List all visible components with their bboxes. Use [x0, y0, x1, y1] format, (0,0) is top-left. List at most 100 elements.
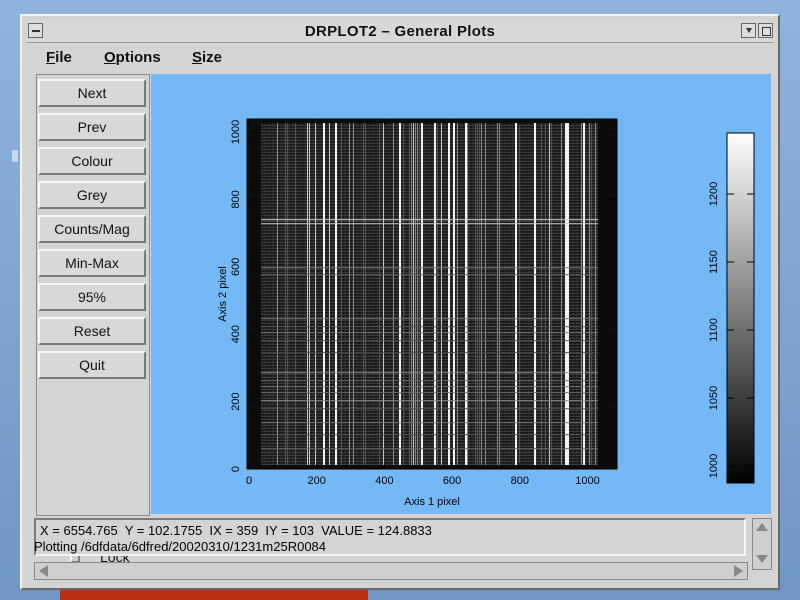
- image-column: [591, 123, 592, 465]
- desktop-handle-icon: [12, 150, 18, 162]
- image-column: [403, 123, 404, 465]
- image-row: [261, 386, 598, 388]
- image-column: [341, 123, 342, 465]
- image-bright-column: [583, 123, 585, 465]
- scroll-left-icon[interactable]: [39, 565, 48, 577]
- y-tick-label: 600: [230, 258, 242, 276]
- menu-options[interactable]: Options: [104, 49, 161, 66]
- status-text-area[interactable]: X = 6554.765 Y = 102.1755 IX = 359 IY = …: [34, 518, 746, 556]
- image-column: [581, 123, 582, 465]
- image-bright-column: [434, 123, 436, 465]
- image-row: [261, 318, 598, 320]
- y-axis-label: Axis 2 pixel: [217, 266, 229, 322]
- image-row: [261, 448, 598, 450]
- image-column: [497, 123, 498, 465]
- menu-size[interactable]: Size: [192, 49, 222, 66]
- grey-button[interactable]: Grey: [38, 181, 146, 209]
- image-row: [261, 274, 598, 276]
- image-column: [411, 123, 412, 465]
- colorbar: [726, 132, 755, 484]
- image-column: [549, 123, 550, 465]
- horizontal-scrollbar[interactable]: [34, 562, 748, 580]
- image-bright-column: [421, 123, 423, 465]
- image-row: [261, 326, 598, 328]
- image-column: [475, 123, 476, 465]
- scroll-right-icon[interactable]: [734, 565, 743, 577]
- x-tick-label: 400: [375, 475, 393, 487]
- image-column: [413, 123, 414, 465]
- image-column: [541, 123, 542, 465]
- scroll-up-icon[interactable]: [756, 523, 768, 531]
- image-column: [415, 123, 416, 465]
- image-column: [419, 123, 420, 465]
- colorbar-tick-label: 1050: [708, 386, 720, 410]
- image-row: [261, 332, 598, 334]
- image-bright-column: [465, 123, 467, 465]
- image-bright-column: [567, 123, 569, 465]
- image-bright-column: [565, 123, 567, 465]
- image-column: [519, 123, 520, 465]
- image-column: [363, 123, 364, 465]
- image-column: [467, 123, 468, 465]
- window-title: DRPLOT2 – General Plots: [304, 23, 496, 40]
- image-column: [379, 123, 380, 465]
- x-tick-label: 800: [511, 475, 529, 487]
- x-tick-label: 200: [308, 475, 326, 487]
- image-column: [315, 123, 316, 465]
- colorbar-tick-label: 1100: [708, 318, 720, 342]
- image-column: [545, 123, 546, 465]
- y-tick-label: 1000: [230, 120, 242, 144]
- image-column: [383, 123, 384, 465]
- colorbar-tick-label: 1000: [708, 454, 720, 478]
- title-bar[interactable]: DRPLOT2 – General Plots: [26, 20, 774, 43]
- y-tick-label: 0: [230, 466, 242, 472]
- counts-mag-button[interactable]: Counts/Mag: [38, 215, 146, 243]
- quit-button[interactable]: Quit: [38, 351, 146, 379]
- percent-95-button[interactable]: 95%: [38, 283, 146, 311]
- image-bright-column: [323, 123, 325, 465]
- y-tick-label: 400: [230, 325, 242, 343]
- y-tick-label: 800: [230, 190, 242, 208]
- colorbar-tick-label: 1150: [708, 250, 720, 274]
- image-column: [285, 123, 286, 465]
- image-row: [261, 352, 598, 354]
- image-column: [409, 123, 410, 465]
- next-button[interactable]: Next: [38, 79, 146, 107]
- image-bright-column: [534, 123, 536, 465]
- image-column: [441, 123, 442, 465]
- image-column: [485, 123, 486, 465]
- prev-button[interactable]: Prev: [38, 113, 146, 141]
- image-row: [261, 422, 598, 424]
- menu-bar: File Options Size: [26, 44, 774, 70]
- image-column: [349, 123, 350, 465]
- plot-area[interactable]: 0 200 400 600 800 1000 0 200 400 600 800 1000 Axis…: [151, 74, 771, 514]
- minimize-icon[interactable]: [741, 23, 756, 38]
- scroll-down-icon[interactable]: [756, 555, 768, 563]
- image-row: [261, 400, 598, 402]
- x-tick-label: 0: [246, 475, 252, 487]
- min-max-button[interactable]: Min-Max: [38, 249, 146, 277]
- image-row: [261, 434, 598, 436]
- colorbar-tick-label: 1200: [708, 182, 720, 206]
- image-row: [261, 219, 598, 221]
- cursor-readout: X = 6554.765 Y = 102.1755 IX = 359 IY = …: [40, 523, 432, 538]
- image-bright-column: [335, 123, 337, 465]
- image-column: [393, 123, 394, 465]
- image-row: [261, 267, 598, 269]
- vertical-scrollbar[interactable]: [752, 518, 772, 570]
- x-tick-label: 1000: [575, 475, 599, 487]
- menu-file[interactable]: File: [46, 49, 72, 66]
- image-column: [595, 123, 596, 465]
- image-column: [309, 123, 310, 465]
- image-bright-column: [448, 123, 450, 465]
- maximize-icon[interactable]: [758, 23, 773, 38]
- image-column: [499, 123, 500, 465]
- image-column: [307, 123, 308, 465]
- image-plot: 0 200 400 600 800 1000 0 200 400 600 800 1000 Axis…: [217, 118, 755, 508]
- image-bright-column: [399, 123, 401, 465]
- reset-button[interactable]: Reset: [38, 317, 146, 345]
- image-column: [437, 123, 438, 465]
- colour-button[interactable]: Colour: [38, 147, 146, 175]
- image-row: [261, 380, 598, 382]
- image-column: [329, 123, 330, 465]
